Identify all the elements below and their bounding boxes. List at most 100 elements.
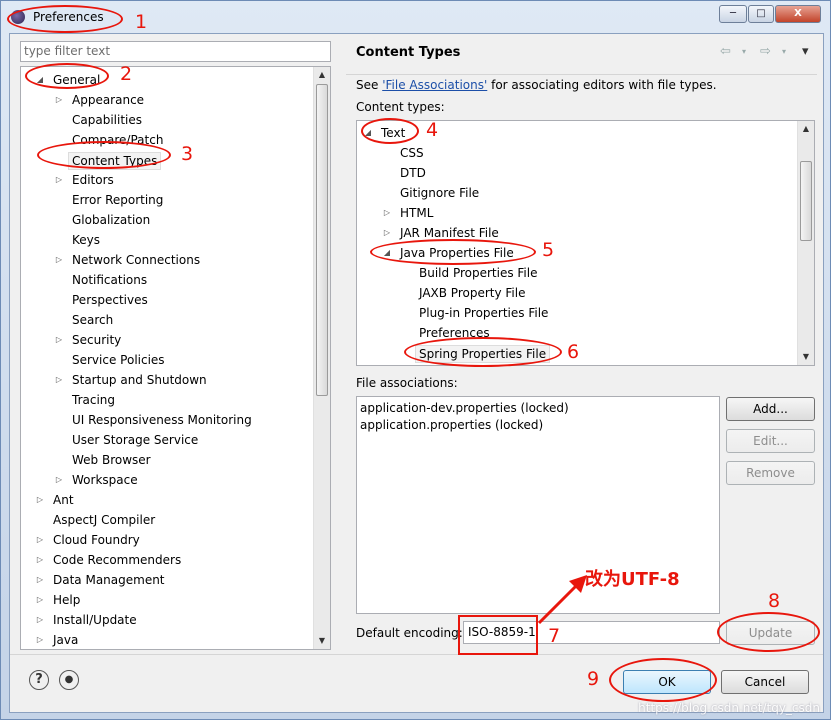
scroll-thumb[interactable] <box>316 84 328 396</box>
scroll-down-icon[interactable]: ▼ <box>314 633 330 649</box>
tree-item[interactable]: CSS <box>357 143 814 163</box>
tree-item-label: AspectJ Compiler <box>53 513 156 527</box>
tree-item[interactable]: Service Policies <box>21 350 330 370</box>
collapsed-arrow-icon[interactable]: ▷ <box>54 90 64 110</box>
annotation-number: 8 <box>768 590 781 612</box>
tree-item[interactable]: ▷ Help <box>21 590 330 610</box>
tree-item-label: Notifications <box>72 273 148 287</box>
tree-item-label: Workspace <box>72 473 138 487</box>
collapsed-arrow-icon[interactable]: ▷ <box>54 470 64 490</box>
tree-item[interactable]: ▷ Cloud Foundry <box>21 530 330 550</box>
content-types-scrollbar[interactable]: ▲ ▼ <box>797 121 814 365</box>
tree-item[interactable]: Build Properties File <box>357 263 814 283</box>
tree-item[interactable]: Web Browser <box>21 450 330 470</box>
tree-item[interactable]: Globalization <box>21 210 330 230</box>
scroll-up-icon[interactable]: ▲ <box>798 121 814 137</box>
back-menu-icon[interactable]: ▾ <box>742 47 746 56</box>
tree-item-label: Tracing <box>72 393 116 407</box>
tree-item-label: Plug-in Properties File <box>419 306 549 320</box>
tree-item[interactable]: ▷ Install/Update <box>21 610 330 630</box>
annotation-ellipse-2 <box>25 63 109 89</box>
collapsed-arrow-icon[interactable]: ▷ <box>35 490 45 510</box>
collapsed-arrow-icon[interactable]: ▷ <box>35 550 45 570</box>
collapsed-arrow-icon[interactable]: ▷ <box>35 570 45 590</box>
tree-item[interactable]: ▷ Java <box>21 630 330 649</box>
annotation-number: 6 <box>567 341 580 363</box>
close-button[interactable]: X <box>775 5 821 23</box>
collapsed-arrow-icon[interactable]: ▷ <box>54 170 64 190</box>
collapsed-arrow-icon[interactable]: ▷ <box>382 203 392 223</box>
list-item[interactable]: application-dev.properties (locked) <box>360 400 716 417</box>
tree-item[interactable]: Error Reporting <box>21 190 330 210</box>
tree-item[interactable]: Plug-in Properties File <box>357 303 814 323</box>
tree-item[interactable]: ▷ Startup and Shutdown <box>21 370 330 390</box>
tree-item-label: Search <box>72 313 114 327</box>
default-encoding-label: Default encoding: <box>356 626 463 640</box>
view-menu-icon[interactable]: ▾ <box>802 44 809 59</box>
tree-item[interactable]: Perspectives <box>21 290 330 310</box>
tree-item[interactable]: ▷ Code Recommenders <box>21 550 330 570</box>
tree-item[interactable]: ▷ Data Management <box>21 570 330 590</box>
tree-item-label: UI Responsiveness Monitoring <box>72 413 252 427</box>
filter-input[interactable]: type filter text <box>20 41 331 62</box>
collapsed-arrow-icon[interactable]: ▷ <box>35 590 45 610</box>
annotation-number: 1 <box>135 11 148 33</box>
scroll-up-icon[interactable]: ▲ <box>314 67 330 83</box>
tree-item[interactable]: ▷ Appearance <box>21 90 330 110</box>
tree-item[interactable]: Preferences <box>357 323 814 343</box>
tree-item[interactable]: DTD <box>357 163 814 183</box>
tree-item-label: Ant <box>53 493 74 507</box>
collapsed-arrow-icon[interactable]: ▷ <box>54 370 64 390</box>
tree-item[interactable]: Gitignore File <box>357 183 814 203</box>
annotation-number: 2 <box>120 63 133 85</box>
tree-item[interactable]: UI Responsiveness Monitoring <box>21 410 330 430</box>
back-icon[interactable]: ⇦ <box>720 44 731 59</box>
tree-item-label: User Storage Service <box>72 433 199 447</box>
annotation-arrow-icon <box>537 575 587 625</box>
tree-item[interactable]: ▷ Ant <box>21 490 330 510</box>
collapsed-arrow-icon[interactable]: ▷ <box>54 330 64 350</box>
maximize-button[interactable]: □ <box>748 5 774 23</box>
file-associations-link[interactable]: 'File Associations' <box>382 78 487 92</box>
tree-item[interactable]: ▷ Security <box>21 330 330 350</box>
tree-item[interactable]: Tracing <box>21 390 330 410</box>
tree-item-label: Data Management <box>53 573 165 587</box>
tree-item[interactable]: Capabilities <box>21 110 330 130</box>
annotation-note: 改为UTF-8 <box>585 569 680 590</box>
collapsed-arrow-icon[interactable]: ▷ <box>54 250 64 270</box>
add-button[interactable]: Add... <box>726 397 815 421</box>
annotation-ellipse-8 <box>717 612 820 652</box>
collapsed-arrow-icon[interactable]: ▷ <box>35 610 45 630</box>
tree-item[interactable]: AspectJ Compiler <box>21 510 330 530</box>
tree-item[interactable]: User Storage Service <box>21 430 330 450</box>
scroll-down-icon[interactable]: ▼ <box>798 349 814 365</box>
list-item[interactable]: application.properties (locked) <box>360 417 716 434</box>
tree-item[interactable]: Search <box>21 310 330 330</box>
forward-menu-icon[interactable]: ▾ <box>782 47 786 56</box>
tree-item[interactable]: ▷ Network Connections <box>21 250 330 270</box>
preference-tree-scrollbar[interactable]: ▲ ▼ <box>313 67 330 649</box>
help-icon[interactable]: ? <box>29 670 49 690</box>
collapsed-arrow-icon[interactable]: ▷ <box>35 530 45 550</box>
tree-item-label: Security <box>72 333 122 347</box>
tree-item-label: Service Policies <box>72 353 165 367</box>
cancel-button[interactable]: Cancel <box>721 670 809 694</box>
tree-item[interactable]: ▷ Editors <box>21 170 330 190</box>
info-icon[interactable]: ● <box>59 670 79 690</box>
tree-item[interactable]: ▷ HTML <box>357 203 814 223</box>
tree-item[interactable]: Notifications <box>21 270 330 290</box>
edit-button[interactable]: Edit... <box>726 429 815 453</box>
annotation-number: 5 <box>542 239 555 261</box>
file-associations-label: File associations: <box>356 376 458 390</box>
annotation-number: 4 <box>426 119 439 141</box>
collapsed-arrow-icon[interactable]: ▷ <box>382 223 392 243</box>
page-title: Content Types <box>356 45 461 60</box>
scroll-thumb[interactable] <box>800 161 812 241</box>
remove-button[interactable]: Remove <box>726 461 815 485</box>
tree-item[interactable]: ▷ Workspace <box>21 470 330 490</box>
minimize-button[interactable]: ─ <box>719 5 747 23</box>
forward-icon[interactable]: ⇨ <box>760 44 771 59</box>
tree-item[interactable]: Keys <box>21 230 330 250</box>
tree-item[interactable]: JAXB Property File <box>357 283 814 303</box>
collapsed-arrow-icon[interactable]: ▷ <box>35 630 45 649</box>
